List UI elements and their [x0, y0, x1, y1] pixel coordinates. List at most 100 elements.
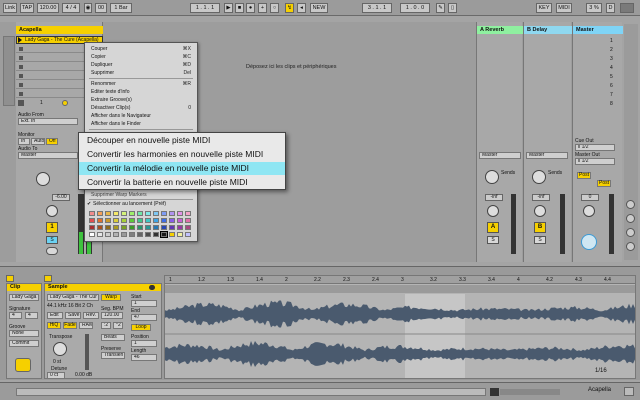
scene-number[interactable]: 1 [610, 38, 613, 44]
sample-view-toggle-icon[interactable] [44, 275, 52, 282]
audio-to-select[interactable]: Master [18, 152, 78, 159]
menu-item-rename[interactable]: Renommer [91, 81, 116, 87]
key-map-button[interactable]: KEY [536, 3, 552, 13]
return-a-audio-to[interactable]: Master [479, 152, 521, 159]
menu-item-delete-warp-markers[interactable]: Supprimer Warp Markers [91, 192, 147, 198]
waveform-editor[interactable]: 1 1.2 1.3 1.4 2 2.2 2.3 2.4 3 3.2 3.3 3.4 4 4.2 4.3 4.4… [164, 275, 636, 379]
color-swatch[interactable] [137, 211, 143, 216]
color-swatch[interactable] [137, 218, 143, 223]
warp-button[interactable]: Warp [101, 294, 121, 301]
scroll-handle[interactable] [490, 388, 499, 396]
record-icon[interactable]: ● [246, 3, 255, 13]
color-swatch[interactable] [89, 232, 95, 237]
return-b-volume-field[interactable]: -inf [532, 194, 550, 201]
length-field[interactable]: 46 [131, 354, 157, 361]
color-swatch[interactable] [97, 211, 103, 216]
submenu-convert-drums[interactable]: Convertir la batterie en nouvelle piste … [79, 176, 285, 189]
draw-mode-icon[interactable]: ✎ [436, 3, 445, 13]
metronome-icon[interactable]: ◉ [84, 3, 92, 13]
color-swatch[interactable] [105, 232, 111, 237]
preserve-select[interactable]: Transien [101, 352, 125, 359]
scene-number[interactable]: 3 [610, 56, 613, 62]
arm-button[interactable] [46, 247, 58, 255]
menu-item-cut[interactable]: Couper [91, 46, 107, 52]
seg-bpm-field[interactable]: 120.00 [101, 312, 123, 319]
color-swatch[interactable] [177, 218, 183, 223]
color-swatch[interactable] [169, 232, 175, 237]
loop-icon[interactable]: ○ [270, 3, 279, 13]
color-swatch[interactable] [161, 225, 167, 230]
color-swatch[interactable] [185, 225, 191, 230]
menu-item-show-in-finder[interactable]: Afficher dans le Finder [91, 121, 141, 127]
monitor-auto-button[interactable]: Auto [31, 138, 45, 145]
color-swatch[interactable] [153, 225, 159, 230]
menu-item-select-on-launch[interactable]: Sélectionner au lancement (Préf) [93, 201, 166, 207]
groove-select[interactable]: None [9, 330, 39, 337]
edit-button[interactable]: Edit [47, 312, 63, 319]
color-swatch[interactable] [153, 232, 159, 237]
fade-button[interactable]: Fade [63, 322, 77, 329]
color-swatch[interactable] [145, 218, 151, 223]
return-b-send-knob[interactable] [532, 170, 546, 184]
return-a-pan-knob[interactable] [487, 205, 499, 217]
loop-button[interactable]: Loop [131, 324, 151, 331]
menu-item-edit-info[interactable]: Editer texte d'info [91, 89, 129, 95]
color-swatch[interactable] [185, 218, 191, 223]
color-swatch[interactable] [121, 211, 127, 216]
mixer-toggle-icon[interactable] [626, 242, 635, 251]
double-tempo-button[interactable]: *2 [113, 322, 123, 329]
color-swatch[interactable] [177, 232, 183, 237]
quantize-select[interactable]: 1 Bar [110, 3, 132, 13]
color-swatch[interactable] [113, 211, 119, 216]
submenu-convert-harmony[interactable]: Convertir les harmonies en nouvelle pist… [79, 148, 285, 161]
color-swatch[interactable] [121, 218, 127, 223]
color-swatch[interactable] [169, 225, 175, 230]
view-button[interactable]: NEW [310, 3, 328, 13]
submenu-slice-to-midi[interactable]: Découper en nouvelle piste MIDI [79, 134, 285, 147]
return-b-title[interactable]: B Delay [524, 26, 572, 34]
return-b-solo[interactable]: S [534, 236, 546, 244]
scene-number[interactable]: 6 [610, 83, 613, 89]
return-a-activator[interactable]: A [487, 222, 499, 233]
clip-launch-icon[interactable] [18, 37, 22, 43]
return-b-pan-knob[interactable] [534, 205, 546, 217]
monitor-off-button[interactable]: Off [46, 138, 58, 145]
color-swatch[interactable] [97, 225, 103, 230]
color-swatch[interactable] [121, 225, 127, 230]
metronome-field[interactable]: 00 [95, 3, 107, 13]
horizontal-scrollbar[interactable] [16, 388, 486, 396]
monitor-in-button[interactable]: In [18, 138, 30, 145]
signature-numerator[interactable]: 4 [9, 312, 22, 319]
end-field[interactable]: 47 [131, 314, 157, 321]
loop-start-field[interactable]: 3 . 1 . 1 [362, 3, 392, 13]
cue-out-select[interactable]: ii 1/2 [575, 144, 615, 151]
midi-map-button[interactable]: MIDI [556, 3, 572, 13]
back-to-arrangement-icon[interactable]: ◂ [297, 3, 306, 13]
half-tempo-button[interactable]: :2 [101, 322, 111, 329]
color-swatch[interactable] [185, 232, 191, 237]
return-a-volume-field[interactable]: -inf [485, 194, 503, 201]
return-a-solo[interactable]: S [487, 236, 499, 244]
color-swatch[interactable] [105, 225, 111, 230]
return-b-activator[interactable]: B [534, 222, 546, 233]
menu-item-show-in-browser[interactable]: Afficher dans le Navigateur [91, 113, 151, 119]
color-swatch[interactable] [89, 225, 95, 230]
play-icon[interactable]: ▶ [224, 3, 233, 13]
color-swatch[interactable] [97, 218, 103, 223]
track-activator-button[interactable]: 1 [46, 222, 58, 233]
detail-toggle-icon[interactable] [624, 387, 634, 396]
cue-volume-knob[interactable] [581, 234, 597, 250]
scene-number[interactable]: 4 [610, 65, 613, 71]
ram-button[interactable]: RAM [79, 322, 93, 329]
color-swatch[interactable] [160, 231, 168, 238]
loop-length-field[interactable]: 1 . 0 . 0 [400, 3, 430, 13]
color-swatch[interactable] [137, 225, 143, 230]
menu-item-extract-groove[interactable]: Extraire Groove(s) [91, 97, 132, 103]
color-swatch[interactable] [89, 211, 95, 216]
post-button-a[interactable]: Post [577, 172, 591, 179]
acapella-track-title[interactable]: Acapella [16, 26, 103, 34]
color-swatch[interactable] [113, 225, 119, 230]
commit-button[interactable]: Commit [9, 340, 39, 347]
sends-toggle-icon[interactable] [626, 228, 635, 237]
link-button[interactable]: Link [3, 3, 17, 13]
